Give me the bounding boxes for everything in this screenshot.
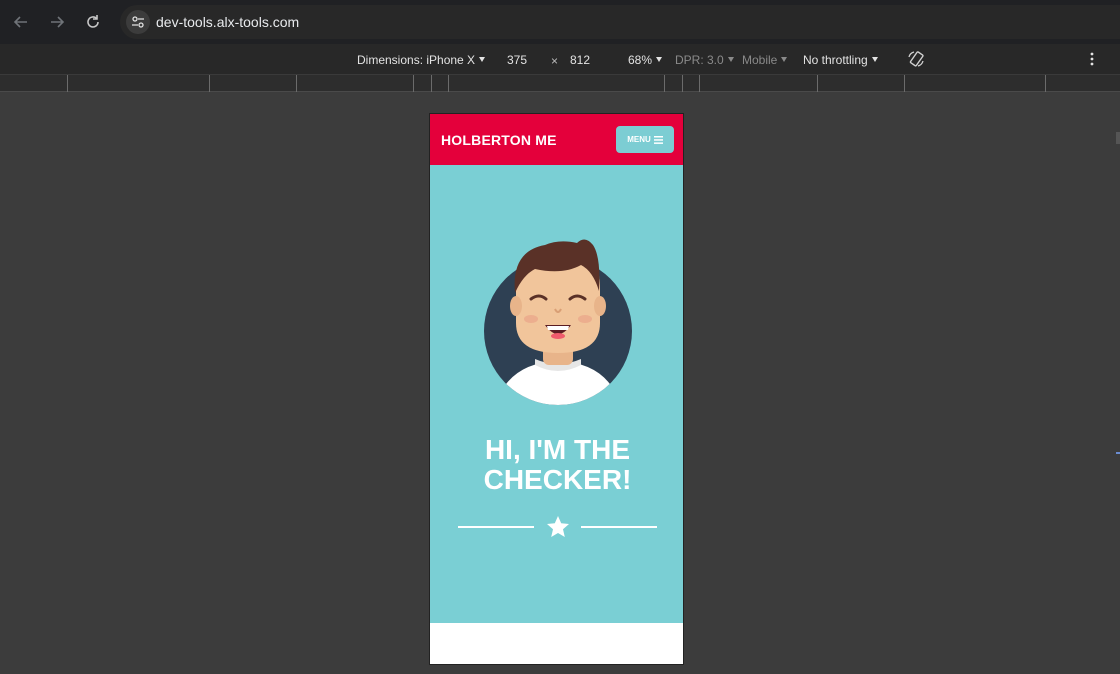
chevron-down-icon — [479, 57, 486, 62]
device-frame: HOLBERTON ME MENU HI, I'M THE CHECKER! — [429, 113, 684, 665]
throttling-label: No throttling — [803, 53, 868, 67]
hero-title-line1: HI, I'M THE — [484, 434, 631, 465]
menu-label: MENU — [627, 135, 651, 144]
dpr-label: DPR: 3.0 — [675, 53, 724, 67]
hero-title-line2: CHECKER! — [483, 464, 632, 495]
zoom-select[interactable]: 68% — [628, 53, 663, 67]
star-icon — [547, 516, 569, 537]
back-button[interactable] — [9, 10, 33, 34]
site-header: HOLBERTON ME MENU — [430, 114, 683, 165]
forward-button[interactable] — [45, 10, 69, 34]
times-label: × — [551, 54, 559, 68]
rotate-button[interactable] — [906, 49, 926, 72]
mode-label: Mobile — [742, 53, 778, 67]
mode-select[interactable]: Mobile — [742, 53, 788, 67]
height-input[interactable]: 812 — [570, 53, 590, 67]
reload-icon — [87, 15, 99, 28]
chevron-down-icon — [727, 57, 734, 62]
chevron-down-icon — [871, 57, 878, 62]
rotate-icon — [908, 51, 924, 67]
media-query-ruler — [0, 75, 1120, 92]
hero-section: HI, I'M THE CHECKER! — [430, 165, 683, 623]
device-toolbar: Dimensions: iPhone X 375 × 812 68% DPR: … — [0, 44, 1120, 75]
brand-logo[interactable]: HOLBERTON ME — [441, 132, 557, 148]
dimensions-label: Dimensions: iPhone X — [357, 53, 476, 67]
star-divider — [458, 515, 658, 539]
width-input[interactable]: 375 — [507, 53, 527, 67]
zoom-label: 68% — [628, 53, 653, 67]
throttling-select[interactable]: No throttling — [803, 53, 878, 67]
hamburger-icon — [653, 135, 663, 144]
address-bar[interactable]: dev-tools.alx-tools.com — [120, 5, 1120, 39]
tune-icon — [132, 16, 144, 28]
divider-line-left — [458, 526, 534, 528]
site-info-button[interactable] — [126, 10, 150, 34]
menu-button[interactable]: MENU — [616, 126, 674, 153]
hero-title: HI, I'M THE CHECKER! — [430, 434, 683, 495]
arrow-left-icon — [13, 16, 27, 28]
more-vert-icon — [1090, 52, 1094, 66]
chevron-down-icon — [781, 57, 788, 62]
url-text[interactable]: dev-tools.alx-tools.com — [156, 14, 299, 30]
dimensions-select[interactable]: Dimensions: iPhone X — [357, 53, 486, 67]
arrow-right-icon — [51, 16, 65, 28]
panel-edge — [1112, 92, 1120, 674]
browser-toolbar: dev-tools.alx-tools.com — [0, 0, 1120, 44]
more-options-button[interactable] — [1088, 52, 1096, 69]
reload-button[interactable] — [81, 10, 105, 34]
divider-line-right — [581, 526, 657, 528]
avatar-illustration — [484, 239, 632, 405]
chevron-down-icon — [656, 57, 663, 62]
dpr-select[interactable]: DPR: 3.0 — [675, 53, 734, 67]
